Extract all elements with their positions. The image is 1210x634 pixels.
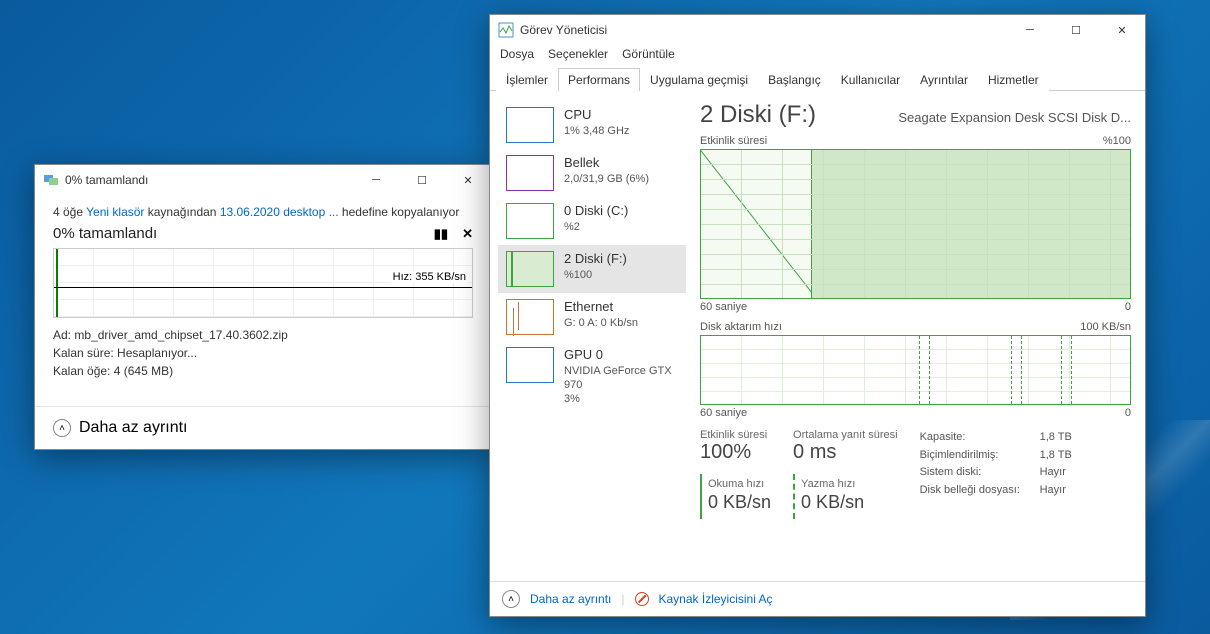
disk-thumb-icon bbox=[506, 203, 554, 239]
tab-processes[interactable]: İşlemler bbox=[496, 68, 558, 91]
sidebar-item-ethernet[interactable]: EthernetG: 0 A: 0 Kb/sn bbox=[498, 293, 686, 341]
tab-startup[interactable]: Başlangıç bbox=[758, 68, 831, 91]
performance-sidebar: CPU1% 3,48 GHz Bellek2,0/31,9 GB (6%) 0 … bbox=[490, 91, 690, 581]
write-speed: 0 KB/sn bbox=[801, 492, 898, 513]
tab-app-history[interactable]: Uygulama geçmişi bbox=[640, 68, 758, 91]
menu-file[interactable]: Dosya bbox=[500, 47, 534, 61]
cancel-button[interactable]: ✕ bbox=[462, 226, 473, 242]
disk-thumb-icon bbox=[506, 251, 554, 287]
detail-subtitle: Seagate Expansion Desk SCSI Disk D... bbox=[898, 110, 1131, 125]
dest-link[interactable]: 13.06.2020 desktop ... bbox=[220, 205, 339, 219]
fewer-details-link[interactable]: Daha az ayrıntı bbox=[530, 592, 611, 606]
transfer-chart bbox=[700, 335, 1131, 405]
maximize-button[interactable]: ☐ bbox=[399, 165, 445, 195]
task-manager-window: Görev Yöneticisi ─ ☐ ✕ Dosya Seçenekler … bbox=[489, 14, 1146, 617]
open-resource-monitor-link[interactable]: Kaynak İzleyicisini Aç bbox=[659, 592, 773, 606]
detail-pane: 2 Diski (F:) Seagate Expansion Desk SCSI… bbox=[690, 91, 1145, 581]
menu-view[interactable]: Görüntüle bbox=[622, 47, 675, 61]
fewer-details-toggle[interactable]: ˄ Daha az ayrıntı bbox=[35, 406, 491, 449]
ethernet-thumb-icon bbox=[506, 299, 554, 335]
tabbar: İşlemler Performans Uygulama geçmişi Baş… bbox=[490, 67, 1145, 91]
sidebar-item-gpu[interactable]: GPU 0NVIDIA GeForce GTX 970 3% bbox=[498, 341, 686, 413]
window-title: 0% tamamlandı bbox=[65, 173, 353, 187]
gpu-thumb-icon bbox=[506, 347, 554, 383]
maximize-button[interactable]: ☐ bbox=[1053, 15, 1099, 45]
titlebar[interactable]: 0% tamamlandı ─ ☐ ✕ bbox=[35, 165, 491, 195]
chevron-up-icon: ˄ bbox=[53, 419, 71, 437]
response-time: 0 ms bbox=[793, 441, 898, 464]
disk-info-table: Kapasite:1,8 TB Biçimlendirilmiş:1,8 TB … bbox=[920, 429, 1072, 519]
close-button[interactable]: ✕ bbox=[445, 165, 491, 195]
resource-monitor-icon bbox=[635, 592, 649, 606]
tab-details[interactable]: Ayrıntılar bbox=[910, 68, 978, 91]
copy-app-icon bbox=[43, 172, 59, 188]
copy-description: 4 öğe Yeni klasör kaynağından 13.06.2020… bbox=[53, 205, 473, 219]
sidebar-item-memory[interactable]: Bellek2,0/31,9 GB (6%) bbox=[498, 149, 686, 197]
file-copy-dialog: 0% tamamlandı ─ ☐ ✕ 4 öğe Yeni klasör ka… bbox=[34, 164, 492, 450]
chevron-up-icon: ˄ bbox=[502, 590, 520, 608]
window-title: Görev Yöneticisi bbox=[520, 23, 1007, 37]
cpu-thumb-icon bbox=[506, 107, 554, 143]
copy-details: Ad: mb_driver_amd_chipset_17.40.3602.zip… bbox=[53, 326, 473, 380]
sidebar-item-disk2[interactable]: 2 Diski (F:)%100 bbox=[498, 245, 686, 293]
memory-thumb-icon bbox=[506, 155, 554, 191]
source-link[interactable]: Yeni klasör bbox=[86, 205, 144, 219]
tab-performance[interactable]: Performans bbox=[558, 68, 640, 91]
activity-value: 100% bbox=[700, 441, 771, 464]
titlebar[interactable]: Görev Yöneticisi ─ ☐ ✕ bbox=[490, 15, 1145, 45]
detail-title: 2 Diski (F:) bbox=[700, 101, 816, 129]
progress-text: 0% tamamlandı bbox=[53, 225, 157, 242]
menubar: Dosya Seçenekler Görüntüle bbox=[490, 45, 1145, 67]
sidebar-item-disk0[interactable]: 0 Diski (C:)%2 bbox=[498, 197, 686, 245]
menu-options[interactable]: Seçenekler bbox=[548, 47, 608, 61]
minimize-button[interactable]: ─ bbox=[1007, 15, 1053, 45]
tab-services[interactable]: Hizmetler bbox=[978, 68, 1049, 91]
minimize-button[interactable]: ─ bbox=[353, 165, 399, 195]
close-button[interactable]: ✕ bbox=[1099, 15, 1145, 45]
task-manager-icon bbox=[498, 22, 514, 38]
activity-chart bbox=[700, 149, 1131, 299]
tab-users[interactable]: Kullanıcılar bbox=[831, 68, 910, 91]
read-speed: 0 KB/sn bbox=[708, 492, 771, 513]
speed-chart: Hız: 355 KB/sn bbox=[53, 248, 473, 318]
speed-label: Hız: 355 KB/sn bbox=[391, 271, 468, 283]
pause-button[interactable]: ▮▮ bbox=[434, 226, 448, 242]
sidebar-item-cpu[interactable]: CPU1% 3,48 GHz bbox=[498, 101, 686, 149]
